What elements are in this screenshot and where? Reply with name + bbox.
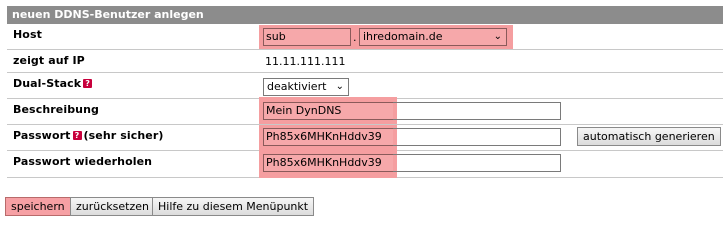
ip-label: zeigt auf IP: [13, 54, 85, 67]
password-value: Ph85x6MHKnHddv39: [263, 128, 393, 146]
password-repeat-row: Passwort wiederholen Ph85x6MHKnHddv39: [7, 151, 723, 178]
host-row: Host sub . ihredomain.de ⌄: [7, 24, 723, 50]
password-row: Passwort? (sehr sicher) Ph85x6MHKnHddv39 …: [7, 125, 723, 151]
password-label-suffix: (sehr sicher): [83, 129, 164, 142]
chevron-down-icon: ⌄: [493, 31, 502, 42]
ip-row: zeigt auf IP 11.11.111.111: [7, 50, 723, 73]
domain-select-value: ihredomain.de: [363, 30, 443, 43]
dualstack-select-value: deaktiviert: [267, 80, 327, 93]
password-repeat-value: Ph85x6MHKnHddv39: [263, 154, 393, 172]
description-label: Beschreibung: [13, 103, 100, 116]
ddns-user-form: neuen DDNS-Benutzer anlegen Host sub . i…: [7, 6, 723, 178]
reset-button[interactable]: zurücksetzen: [70, 197, 155, 216]
ip-value: 11.11.111.111: [265, 55, 346, 68]
question-mark-icon[interactable]: ?: [83, 79, 93, 88]
help-button[interactable]: Hilfe zu diesem Menüpunkt: [152, 197, 315, 216]
password-label-group: Passwort? (sehr sicher): [13, 129, 164, 142]
password-repeat-label: Passwort wiederholen: [13, 155, 153, 168]
form-title: neuen DDNS-Benutzer anlegen: [7, 6, 723, 24]
password-label: Passwort: [13, 129, 71, 142]
description-value: Mein DynDNS: [263, 102, 393, 120]
host-label: Host: [13, 28, 42, 41]
chevron-down-icon: ⌄: [335, 81, 344, 92]
dualstack-label: Dual-Stack: [13, 77, 82, 90]
dualstack-select[interactable]: deaktiviert ⌄: [263, 78, 349, 96]
description-row: Beschreibung Mein DynDNS: [7, 97, 723, 125]
dualstack-row: Dual-Stack? deaktiviert ⌄: [7, 73, 723, 99]
dualstack-label-group: Dual-Stack?: [13, 77, 94, 90]
save-button[interactable]: speichern: [5, 197, 71, 216]
domain-select[interactable]: ihredomain.de ⌄: [359, 28, 507, 46]
question-mark-icon[interactable]: ?: [72, 131, 82, 140]
generate-password-button[interactable]: automatisch generieren: [577, 127, 721, 146]
host-separator: .: [353, 31, 357, 44]
subdomain-input[interactable]: sub: [263, 28, 351, 46]
